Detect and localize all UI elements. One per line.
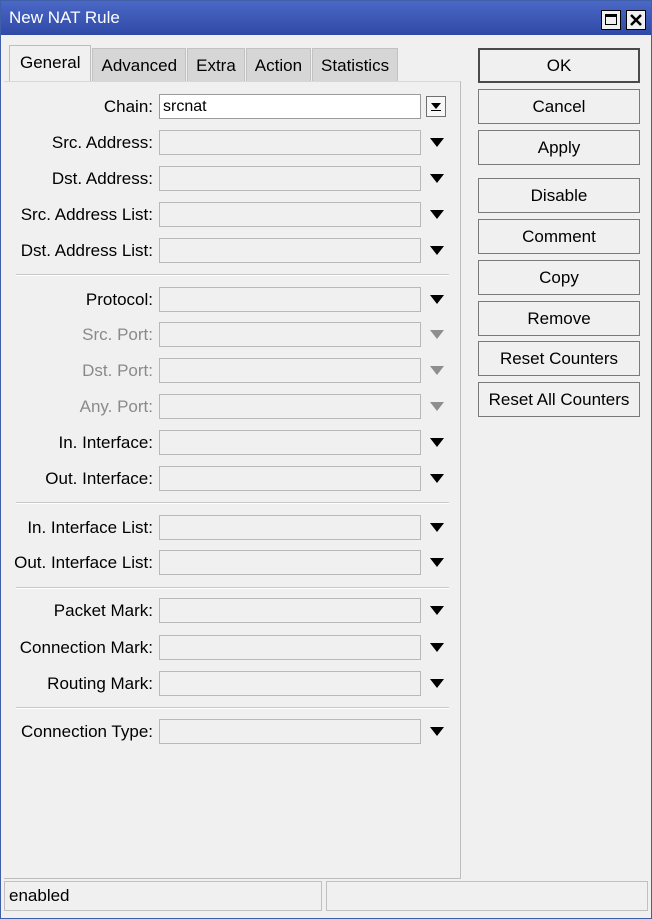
src-port-row: Src. Port: xyxy=(1,322,461,348)
connection-type-label: Connection Type: xyxy=(21,722,153,741)
in-interface-label: In. Interface: xyxy=(58,433,154,452)
src-address-label: Src. Address: xyxy=(51,133,153,152)
src-address-list-field[interactable] xyxy=(159,202,421,227)
in-interface-expand-icon[interactable] xyxy=(430,438,444,447)
reset-all-counters-button[interactable]: Reset All Counters xyxy=(478,382,640,417)
chain-label: Chain: xyxy=(103,97,153,116)
connection-mark-row: Connection Mark: xyxy=(1,635,461,661)
out-interface-field[interactable] xyxy=(159,466,421,491)
close-icon[interactable] xyxy=(626,10,646,30)
any-port-label: Any. Port: xyxy=(79,397,153,416)
out-interface-row: Out. Interface: xyxy=(1,466,461,492)
separator xyxy=(16,587,449,589)
chain-dropdown-icon[interactable] xyxy=(426,96,446,117)
packet-mark-label: Packet Mark: xyxy=(53,601,153,620)
cancel-button[interactable]: Cancel xyxy=(478,89,640,124)
dst-address-list-expand-icon[interactable] xyxy=(430,246,444,255)
separator xyxy=(16,707,449,709)
packet-mark-expand-icon[interactable] xyxy=(430,606,444,615)
maximize-icon[interactable] xyxy=(601,10,621,30)
dst-address-row: Dst. Address: xyxy=(1,166,461,192)
dst-address-list-field[interactable] xyxy=(159,238,421,263)
out-interface-list-expand-icon[interactable] xyxy=(430,558,444,567)
copy-button[interactable]: Copy xyxy=(478,260,640,295)
title-bar[interactable]: New NAT Rule xyxy=(1,1,651,35)
routing-mark-field[interactable] xyxy=(159,671,421,696)
src-address-expand-icon[interactable] xyxy=(430,138,444,147)
tab-advanced[interactable]: Advanced xyxy=(92,48,187,82)
tab-statistics[interactable]: Statistics xyxy=(312,48,399,82)
ok-button[interactable]: OK xyxy=(478,48,640,83)
protocol-row: Protocol: xyxy=(1,287,461,313)
dst-address-label: Dst. Address: xyxy=(51,169,153,188)
connection-type-expand-icon[interactable] xyxy=(430,727,444,736)
disable-button[interactable]: Disable xyxy=(478,178,640,213)
chain-field[interactable]: srcnat xyxy=(159,94,421,119)
out-interface-label: Out. Interface: xyxy=(45,469,153,488)
routing-mark-expand-icon[interactable] xyxy=(430,679,444,688)
dst-port-field xyxy=(159,358,421,383)
src-address-list-label: Src. Address List: xyxy=(20,205,153,224)
tab-general[interactable]: General xyxy=(9,45,92,82)
protocol-label: Protocol: xyxy=(85,290,153,309)
out-interface-list-field[interactable] xyxy=(159,550,421,575)
window-title: New NAT Rule xyxy=(9,8,120,27)
remove-button[interactable]: Remove xyxy=(478,301,640,336)
connection-type-row: Connection Type: xyxy=(1,719,461,745)
dst-address-expand-icon[interactable] xyxy=(430,174,444,183)
dst-port-label: Dst. Port: xyxy=(82,361,153,380)
src-address-list-expand-icon[interactable] xyxy=(430,210,444,219)
src-address-field[interactable] xyxy=(159,130,421,155)
status-enabled: enabled xyxy=(4,881,322,911)
packet-mark-row: Packet Mark: xyxy=(1,598,461,624)
dst-port-row: Dst. Port: xyxy=(1,358,461,384)
tab-action[interactable]: Action xyxy=(245,48,312,82)
nat-rule-window: New NAT Rule General Advanced Extra Acti… xyxy=(0,0,652,919)
connection-mark-field[interactable] xyxy=(159,635,421,660)
out-interface-expand-icon[interactable] xyxy=(430,474,444,483)
connection-mark-expand-icon[interactable] xyxy=(430,643,444,652)
protocol-expand-icon[interactable] xyxy=(430,295,444,304)
out-interface-list-label: Out. Interface List: xyxy=(14,553,153,572)
chain-row: Chain: srcnat xyxy=(1,94,461,120)
connection-type-field[interactable] xyxy=(159,719,421,744)
status-secondary xyxy=(326,881,648,911)
in-interface-list-field[interactable] xyxy=(159,515,421,540)
out-interface-list-row: Out. Interface List: xyxy=(1,550,461,576)
any-port-row: Any. Port: xyxy=(1,394,461,420)
status-bar: enabled xyxy=(1,879,651,915)
apply-button[interactable]: Apply xyxy=(478,130,640,165)
in-interface-list-row: In. Interface List: xyxy=(1,515,461,541)
any-port-expand-icon xyxy=(430,402,444,411)
tab-extra[interactable]: Extra xyxy=(187,48,245,82)
separator xyxy=(16,502,449,504)
routing-mark-label: Routing Mark: xyxy=(47,674,153,693)
dst-port-expand-icon xyxy=(430,366,444,375)
dst-address-list-label: Dst. Address List: xyxy=(20,241,153,260)
connection-mark-label: Connection Mark: xyxy=(19,638,153,657)
reset-counters-button[interactable]: Reset Counters xyxy=(478,341,640,376)
dst-address-list-row: Dst. Address List: xyxy=(1,238,461,264)
src-port-expand-icon xyxy=(430,330,444,339)
src-address-row: Src. Address: xyxy=(1,130,461,156)
routing-mark-row: Routing Mark: xyxy=(1,671,461,697)
dst-address-field[interactable] xyxy=(159,166,421,191)
in-interface-list-label: In. Interface List: xyxy=(27,518,153,537)
separator xyxy=(16,274,449,276)
in-interface-field[interactable] xyxy=(159,430,421,455)
protocol-field[interactable] xyxy=(159,287,421,312)
src-address-list-row: Src. Address List: xyxy=(1,202,461,228)
in-interface-list-expand-icon[interactable] xyxy=(430,523,444,532)
src-port-field xyxy=(159,322,421,347)
any-port-field xyxy=(159,394,421,419)
in-interface-row: In. Interface: xyxy=(1,430,461,456)
src-port-label: Src. Port: xyxy=(82,325,153,344)
tab-strip: General Advanced Extra Action Statistics xyxy=(9,45,399,82)
packet-mark-field[interactable] xyxy=(159,598,421,623)
comment-button[interactable]: Comment xyxy=(478,219,640,254)
